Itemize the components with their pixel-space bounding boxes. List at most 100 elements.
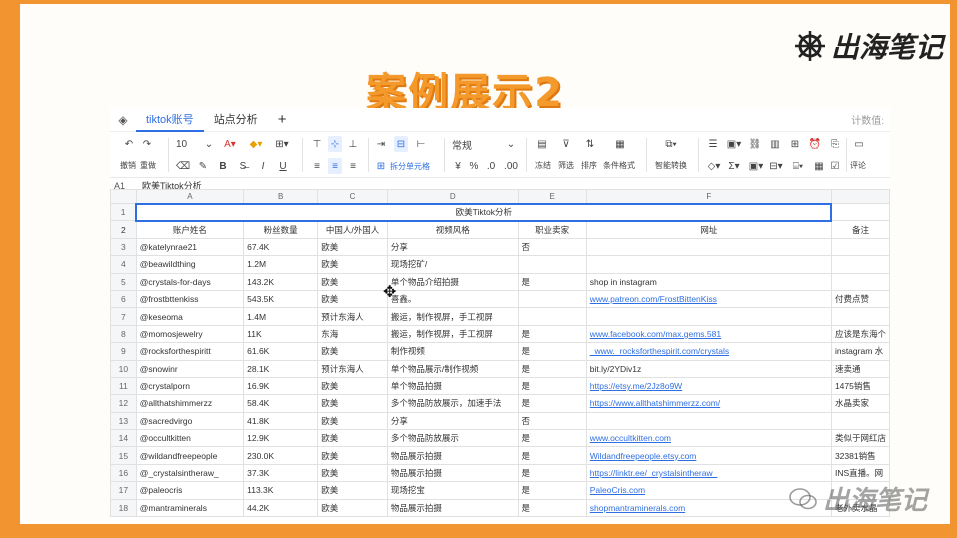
table-cell[interactable]: 是 [517,394,587,413]
table-cell[interactable]: 类似于网红店 [830,429,890,448]
table-cell[interactable]: 1475销售 [830,376,890,396]
table-cell[interactable]: 67.4K [243,237,319,257]
table-cell[interactable] [585,411,832,431]
smart-convert-button[interactable]: 智能转换 [655,160,687,171]
column-header[interactable]: D [386,189,519,204]
table-cell[interactable]: 欧美 [317,394,388,413]
fill-color-icon[interactable]: ◆▾ [246,136,266,152]
undo-button[interactable]: 撤销 [120,160,136,171]
table-cell[interactable]: 否 [517,237,587,257]
decrease-decimal-icon[interactable]: .0 [482,158,500,174]
row-number[interactable]: 3 [110,237,137,257]
number-format-select[interactable]: 常规 [452,136,508,152]
table-cell[interactable]: 是 [517,376,587,396]
split-cells-button[interactable]: 拆分单元格 [390,161,430,172]
table-cell[interactable]: @rocksforthespiritt [135,342,245,361]
table-cell[interactable]: 欧美 [317,237,388,257]
table-cell[interactable]: 230.0K [243,446,319,465]
table-cell[interactable]: 现场挖矿/ [386,255,519,274]
table-cell[interactable]: 欧美 [317,342,388,361]
row-number[interactable]: 13 [110,411,137,431]
chart-icon[interactable]: ▥ [768,136,782,152]
table-cell[interactable]: 速卖通 [830,359,890,378]
row-number[interactable]: 9 [110,342,137,361]
merge-icon[interactable]: ⊟ [394,136,408,152]
table-cell[interactable]: 是 [517,272,587,291]
column-header[interactable]: E [517,189,587,204]
corner-cell[interactable] [110,189,137,204]
currency-icon[interactable]: ¥ [452,158,464,174]
table-cell[interactable]: 物品展示拍摄 [386,463,519,483]
table-cell[interactable]: 欧美 [317,376,388,396]
add-sheet-button[interactable]: + [268,111,297,128]
attachment-icon[interactable]: ⎘ [828,136,842,152]
table-cell[interactable]: 物品展示拍摄 [386,498,519,518]
table-cell[interactable]: 预计东海人 [317,307,388,326]
table-cell[interactable]: 11K [243,324,319,344]
align-middle-icon[interactable]: ⊹ [328,136,342,152]
table-cell[interactable]: @snowinr [135,359,245,378]
redo-button[interactable]: 重做 [140,160,156,171]
row-number[interactable]: 17 [110,481,137,500]
table-cell[interactable]: 制作视频 [386,342,519,361]
merged-title-cell[interactable]: 欧美Tiktok分析 [135,202,833,222]
sum-icon[interactable]: Σ▾ [726,158,742,174]
freeze-button[interactable]: 冻结 [535,160,551,171]
overflow-icon[interactable]: ⊢ [414,136,428,152]
table-cell[interactable]: 欧美 [317,429,388,448]
tab-site-analysis[interactable]: 站点分析 [204,108,268,132]
calendar-icon[interactable]: ▦ [812,158,826,174]
table-cell[interactable]: https://www.allthatshimmerzz.com/ [585,394,832,413]
table-cell[interactable]: 37.3K [243,463,319,483]
table-cell[interactable]: @sacredvirgo [135,411,245,431]
table-cell[interactable] [517,255,587,274]
conditional-format-button[interactable]: 条件格式 [603,160,635,171]
table-cell[interactable] [830,307,890,326]
borders-icon[interactable]: ⊞▾ [272,136,292,152]
align-center-icon[interactable]: ≡ [328,158,342,174]
row-number[interactable]: 12 [110,394,137,413]
comment-button[interactable]: 评论 [850,160,866,171]
table-cell[interactable]: 多个物品防放展示 [386,429,519,448]
wrap-text-icon[interactable]: ⇥ [374,136,388,152]
table-cell[interactable]: 欧美 [317,463,388,483]
table-cell[interactable]: 28.1K [243,359,319,378]
increase-decimal-icon[interactable]: .00 [502,158,520,174]
table-cell[interactable] [517,289,587,309]
percent-icon[interactable]: % [468,158,480,174]
row-number[interactable]: 16 [110,463,137,483]
table-cell[interactable]: 是 [517,359,587,378]
table-cell[interactable] [830,411,890,431]
table-cell[interactable]: 分享 [386,411,519,431]
table-cell[interactable]: _www._rocksforthespirit.com/crystals [585,342,832,361]
table-cell[interactable]: bit.ly/2YDiv1z [585,359,832,378]
table-cell[interactable]: 41.8K [243,411,319,431]
table-cell[interactable]: 1.2M [243,255,319,274]
table-cell[interactable]: 物品展示拍摄 [386,446,519,465]
table-cell[interactable]: @frostbttenkiss [135,289,245,309]
table-cell[interactable]: 欧美 [317,289,388,309]
redo-icon[interactable]: ↷ [140,136,154,152]
table-cell[interactable]: 欧美 [317,255,388,274]
strikethrough-icon[interactable]: S̶ [236,158,250,174]
row-number[interactable]: 18 [110,498,137,518]
row-number[interactable]: 15 [110,446,137,465]
table-cell[interactable]: @wildandfreepeople [135,446,245,465]
table-cell[interactable]: @allthatshimmerzz [135,394,245,413]
column-header[interactable]: F [585,189,832,204]
table-cell[interactable] [830,202,890,222]
table-cell[interactable] [585,255,832,274]
table-cell[interactable]: 欧美 [317,272,388,291]
table-cell[interactable]: @keseoma [135,307,245,326]
pivot-icon[interactable]: ⊟▾ [768,158,784,174]
bold-icon[interactable]: B [216,158,230,174]
row-number[interactable]: 6 [110,289,137,309]
table-cell[interactable]: 是 [517,342,587,361]
table-cell[interactable]: 分享 [386,237,519,257]
header-cell[interactable]: 备注 [830,220,890,239]
table-cell[interactable]: @_crystalsintheraw_ [135,463,245,483]
header-cell[interactable]: 视频风格 [386,220,519,239]
row-number[interactable]: 5 [110,272,137,291]
column-header[interactable]: B [243,189,319,204]
filter-button[interactable]: 筛选 [558,160,574,171]
